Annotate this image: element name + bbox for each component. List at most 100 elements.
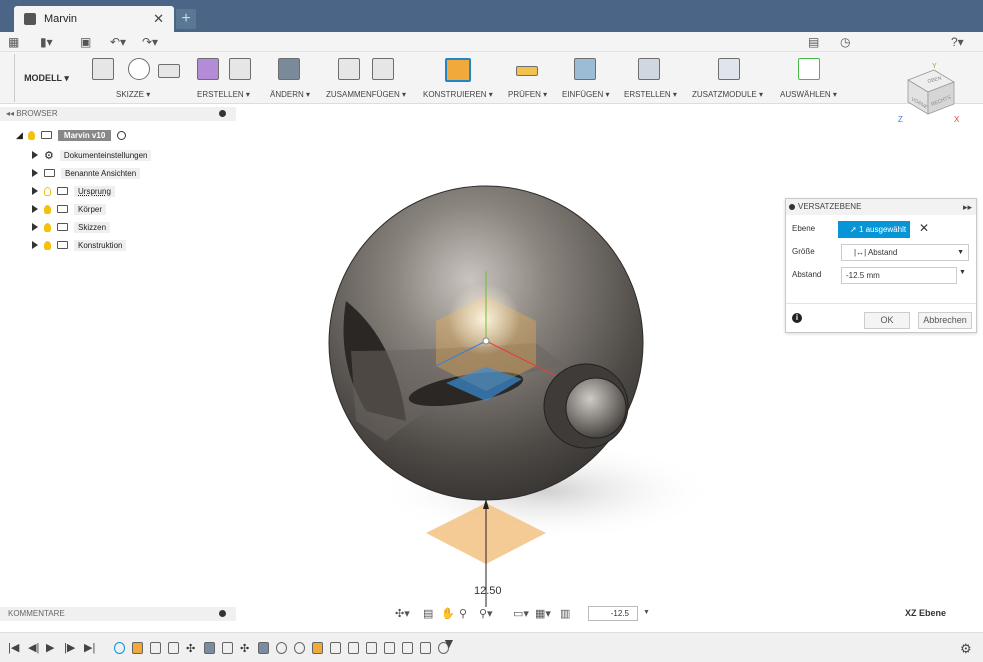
- group-label[interactable]: AUSWÄHLEN ▾: [780, 90, 837, 99]
- tree-item[interactable]: Körper: [32, 202, 107, 216]
- group-label[interactable]: ERSTELLEN ▾: [197, 90, 250, 99]
- step-forward-icon[interactable]: |▶: [64, 641, 75, 654]
- undo-icon[interactable]: ↶▾: [110, 35, 126, 49]
- browser-collapse-icon[interactable]: ◂◂: [6, 109, 16, 118]
- step-back-icon[interactable]: ◀|: [28, 641, 39, 654]
- orbit-icon[interactable]: ✣▾: [395, 607, 410, 620]
- tree-item-label[interactable]: Skizzen: [74, 221, 111, 233]
- expand-triangle-icon[interactable]: [32, 187, 38, 195]
- visibility-bulb-icon[interactable]: [44, 204, 51, 214]
- expand-triangle-icon[interactable]: [32, 241, 38, 249]
- group-erstellen-2[interactable]: ERSTELLEN ▾: [622, 52, 682, 104]
- press-pull-icon[interactable]: [278, 58, 300, 80]
- group-label[interactable]: ERSTELLEN ▾: [624, 90, 677, 99]
- scripts-icon[interactable]: [718, 58, 740, 80]
- group-label[interactable]: SKIZZE ▾: [116, 90, 150, 99]
- visibility-bulb-icon[interactable]: [44, 186, 51, 196]
- group-zusammenfuegen[interactable]: ZUSAMMENFÜGEN ▾: [326, 52, 408, 104]
- timeline-feature-sketch[interactable]: [330, 642, 341, 654]
- timeline-feature-extrude[interactable]: [168, 642, 179, 654]
- history-icon[interactable]: ◷: [840, 35, 850, 49]
- viewports-icon[interactable]: ▥: [560, 607, 570, 620]
- tree-item[interactable]: Skizzen: [32, 220, 111, 234]
- look-at-icon[interactable]: ▤: [423, 607, 433, 620]
- group-einfuegen[interactable]: EINFÜGEN ▾: [560, 52, 616, 104]
- visibility-bulb-icon[interactable]: [44, 222, 51, 232]
- group-erstellen[interactable]: ERSTELLEN ▾: [195, 52, 255, 104]
- fit-icon[interactable]: ⚲▾: [479, 607, 493, 620]
- group-label[interactable]: EINFÜGEN ▾: [562, 90, 610, 99]
- group-zusatzmodule[interactable]: ZUSATZMODULE ▾: [692, 52, 774, 104]
- chevron-down-icon[interactable]: ▼: [643, 609, 650, 616]
- go-to-end-icon[interactable]: ▶|: [84, 641, 95, 654]
- workspace-switcher[interactable]: MODELL ▾: [14, 54, 78, 102]
- arc-icon[interactable]: [128, 58, 150, 80]
- activate-radio-icon[interactable]: [117, 130, 127, 140]
- tree-item[interactable]: Ursprung: [32, 184, 115, 198]
- expand-triangle-icon[interactable]: [32, 151, 38, 159]
- group-aendern[interactable]: ÄNDERN ▾: [268, 52, 318, 104]
- model-viewport[interactable]: [236, 121, 983, 607]
- distance-input[interactable]: -12.5 mm: [841, 267, 957, 284]
- notifications-icon[interactable]: ▤: [808, 35, 819, 49]
- dialog-header[interactable]: VERSATZEBENE ▸▸: [786, 199, 976, 215]
- info-icon[interactable]: i: [792, 313, 802, 323]
- timeline-feature-extrude[interactable]: [222, 642, 233, 654]
- timeline-feature-press[interactable]: [258, 642, 269, 654]
- pan-hand-icon[interactable]: ✋: [441, 607, 455, 620]
- viewcube[interactable]: OBEN VORNE RECHTS Y Z X: [898, 62, 960, 124]
- timeline-feature-origin[interactable]: [114, 642, 125, 654]
- offset-value-input[interactable]: -12.5: [588, 606, 638, 621]
- timeline-feature-fillet[interactable]: [294, 642, 305, 654]
- timeline-feature-extrude[interactable]: [348, 642, 359, 654]
- play-icon[interactable]: ▶: [46, 641, 54, 654]
- new-component-icon[interactable]: [338, 58, 360, 80]
- select-icon[interactable]: [798, 58, 820, 80]
- tree-item-label[interactable]: Konstruktion: [74, 239, 127, 251]
- help-icon[interactable]: ?▾: [951, 35, 964, 49]
- collapse-triangle-icon[interactable]: ◢: [16, 130, 23, 141]
- save-icon[interactable]: ▣: [80, 35, 91, 49]
- group-konstruieren[interactable]: KONSTRUIEREN ▾: [423, 52, 499, 104]
- file-icon[interactable]: ▮▾: [40, 35, 53, 49]
- gear-icon[interactable]: ⚙: [960, 641, 972, 657]
- group-label[interactable]: KONSTRUIEREN ▾: [423, 90, 493, 99]
- timeline-feature-fillet[interactable]: [276, 642, 287, 654]
- timeline-feature-extrude[interactable]: [420, 642, 431, 654]
- tree-item[interactable]: Konstruktion: [32, 238, 127, 252]
- extent-type-dropdown[interactable]: |↔| Abstand ▼: [841, 244, 969, 261]
- ok-button[interactable]: OK: [864, 312, 910, 329]
- visibility-bulb-icon[interactable]: [44, 240, 51, 250]
- timeline-feature-move[interactable]: ✣: [240, 642, 251, 655]
- expand-dialog-icon[interactable]: ▸▸: [963, 199, 972, 215]
- timeline-marker-icon[interactable]: ▼: [442, 635, 456, 651]
- side-knob[interactable]: [565, 377, 627, 439]
- timeline-feature-extrude[interactable]: [384, 642, 395, 654]
- grid-menu-icon[interactable]: ▦: [8, 35, 19, 49]
- dialog-pin-icon[interactable]: [789, 204, 795, 210]
- redo-icon[interactable]: ↷▾: [142, 35, 158, 49]
- display-settings-icon[interactable]: ▭▾: [513, 607, 529, 620]
- tree-item-label[interactable]: Ursprung: [74, 185, 115, 197]
- timeline-feature-plane[interactable]: [132, 642, 143, 654]
- comments-header[interactable]: KOMMENTARE: [0, 607, 236, 621]
- comments-pin-icon[interactable]: [219, 610, 226, 617]
- form-icon[interactable]: [197, 58, 219, 80]
- group-pruefen[interactable]: PRÜFEN ▾: [508, 52, 552, 104]
- visibility-bulb-icon[interactable]: [27, 130, 35, 140]
- plane-selection[interactable]: ➚ 1 ausgewählt: [838, 221, 910, 238]
- grid-settings-icon[interactable]: ▦▾: [535, 607, 551, 620]
- expand-triangle-icon[interactable]: [32, 205, 38, 213]
- chevron-down-icon[interactable]: ▼: [959, 269, 966, 276]
- timeline-feature-extrude[interactable]: [366, 642, 377, 654]
- group-label[interactable]: ZUSATZMODULE ▾: [692, 90, 763, 99]
- offset-plane-icon[interactable]: [445, 58, 471, 82]
- tree-root[interactable]: ◢ Marvin v10: [16, 128, 127, 142]
- close-tab-icon[interactable]: ✕: [153, 11, 164, 27]
- browser-pin-icon[interactable]: [219, 110, 226, 117]
- group-auswaehlen[interactable]: AUSWÄHLEN ▾: [780, 52, 844, 104]
- rectangle-icon[interactable]: [158, 64, 180, 78]
- zoom-icon[interactable]: ⚲: [459, 607, 467, 620]
- joint-icon[interactable]: [372, 58, 394, 80]
- tree-item-label[interactable]: Benannte Ansichten: [61, 167, 141, 179]
